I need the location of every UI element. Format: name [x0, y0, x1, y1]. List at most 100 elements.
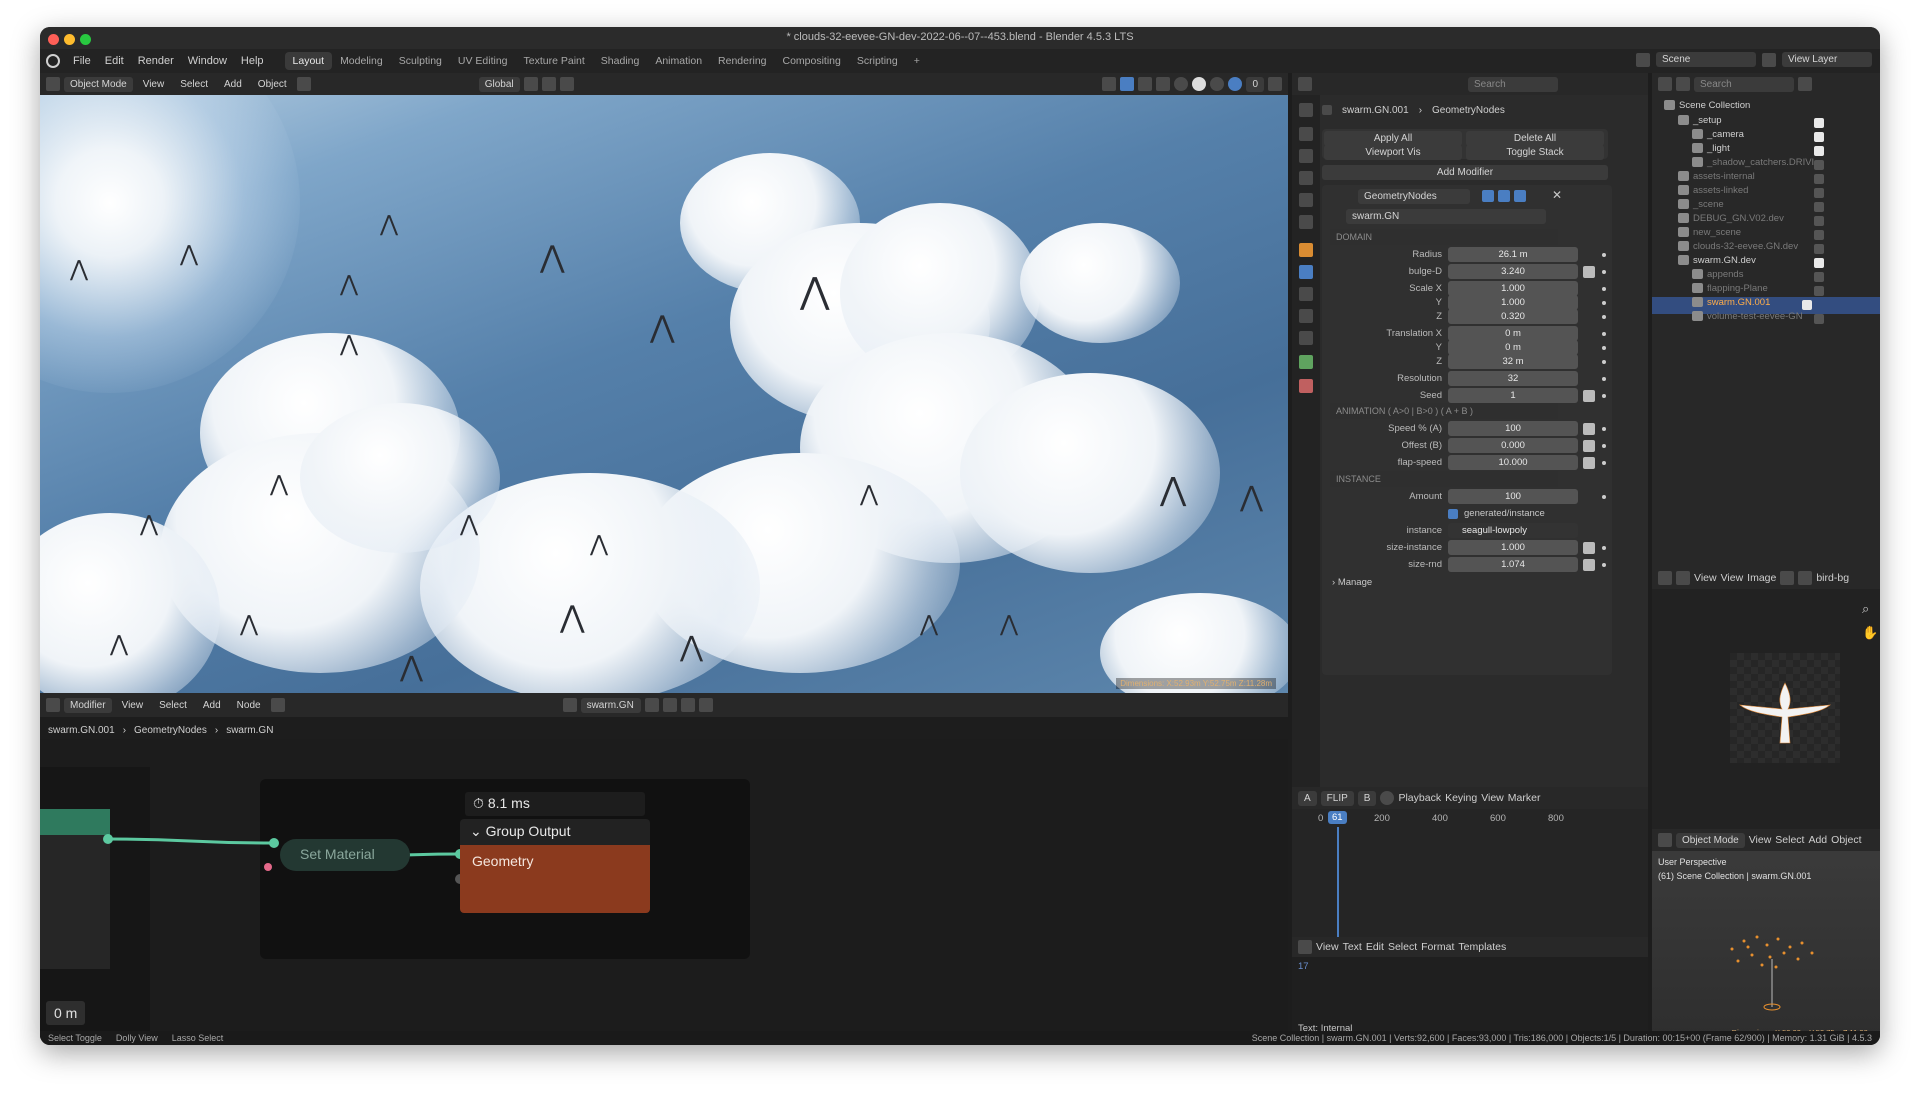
tab-compositing[interactable]: Compositing	[775, 52, 849, 70]
tab-sculpting[interactable]: Sculpting	[391, 52, 450, 70]
exclude-checkbox[interactable]	[1814, 202, 1824, 212]
mini-menu-view[interactable]: View	[1749, 834, 1772, 846]
nodegroup-field[interactable]: swarm.GN	[1346, 209, 1546, 224]
outliner-item[interactable]: volume-test-eevee-GN	[1692, 311, 1864, 328]
shading-solid-icon[interactable]	[1192, 77, 1207, 91]
text-menu-templates[interactable]: Templates	[1458, 941, 1506, 953]
shading-material-icon[interactable]	[1210, 77, 1225, 91]
modifier-name-field[interactable]: GeometryNodes	[1358, 189, 1470, 204]
image-menu-image[interactable]: Image	[1747, 572, 1776, 584]
hamburger-icon[interactable]	[1780, 571, 1795, 585]
mode-selector[interactable]: Object Mode	[64, 76, 133, 92]
render-tab-icon[interactable]	[1299, 127, 1313, 141]
exclude-checkbox[interactable]	[1814, 160, 1824, 170]
node-menu-add[interactable]: Add	[197, 698, 227, 713]
driver-icon[interactable]	[1583, 423, 1595, 435]
image-mode-icon[interactable]	[1676, 571, 1690, 585]
mini-viewport[interactable]: Object Mode View Select Add Object User …	[1652, 829, 1880, 1039]
domain-8-field[interactable]: 32	[1448, 371, 1578, 386]
object-tab-icon[interactable]	[1299, 243, 1313, 257]
scene-icon[interactable]	[1636, 52, 1650, 67]
anim-0-field[interactable]: 100	[1448, 421, 1578, 436]
size-rnd-field[interactable]: 1.074	[1448, 557, 1578, 572]
driver-icon[interactable]	[1583, 457, 1595, 469]
exclude-checkbox[interactable]	[1814, 258, 1824, 268]
group-output-header[interactable]: ⌄ Group Output	[460, 819, 650, 845]
editor-type-icon[interactable]	[46, 698, 60, 712]
tab-scripting[interactable]: Scripting	[849, 52, 906, 70]
material-tab-icon[interactable]	[1299, 379, 1313, 393]
keyframe-dot-icon[interactable]	[1602, 301, 1606, 305]
keyframe-dot-icon[interactable]	[1602, 253, 1606, 257]
bookmark-icon[interactable]	[1268, 77, 1282, 91]
viewport-menu-select[interactable]: Select	[174, 77, 214, 92]
generated-instance-checkbox[interactable]	[1448, 509, 1458, 519]
breadcrumb-object[interactable]: swarm.GN.001	[48, 725, 115, 736]
tab-rendering[interactable]: Rendering	[710, 52, 774, 70]
playhead[interactable]	[1337, 827, 1339, 937]
viewport-menu-view[interactable]: View	[137, 77, 171, 92]
domain-2-field[interactable]: 1.000	[1448, 281, 1578, 296]
transform-orientation[interactable]: Global	[478, 76, 520, 92]
proportional-icon[interactable]	[559, 77, 574, 91]
anim-2-field[interactable]: 10.000	[1448, 455, 1578, 470]
tool-tab-icon[interactable]	[1299, 103, 1313, 117]
text-menu-view[interactable]: View	[1316, 941, 1339, 953]
node-menu-view[interactable]: View	[116, 698, 150, 713]
shading-rendered-icon[interactable]	[1228, 77, 1243, 91]
text-menu-text[interactable]: Text	[1343, 941, 1362, 953]
viewport-3d[interactable]: ⋀ ⋀ ⋀ ⋀ ⋀ ⋀ ⋀ ⋀ ⋀ ⋀ ⋀ ⋀ ⋀ ⋀ ⋀ ⋀ ⋀ ⋀ ⋀ ⋀ …	[40, 73, 1288, 693]
tab-texture-paint[interactable]: Texture Paint	[516, 52, 593, 70]
outliner-search[interactable]: Search	[1694, 76, 1794, 92]
domain-1-field[interactable]: 3.240	[1448, 264, 1578, 279]
exclude-checkbox[interactable]	[1814, 272, 1824, 282]
exclude-checkbox[interactable]	[1814, 286, 1824, 296]
driver-icon[interactable]	[1583, 390, 1595, 402]
overlay-icon[interactable]	[1138, 77, 1153, 91]
properties-search[interactable]: Search	[1468, 76, 1558, 92]
exclude-checkbox[interactable]	[1814, 146, 1824, 156]
modifier-tab-icon[interactable]	[1299, 265, 1313, 279]
unlink-icon[interactable]	[680, 698, 695, 712]
text-menu-edit[interactable]: Edit	[1366, 941, 1384, 953]
view-layer-icon[interactable]	[1762, 52, 1776, 67]
image-menu-view[interactable]: View	[1694, 572, 1717, 584]
view-layer-tab-icon[interactable]	[1299, 171, 1313, 185]
menu-help[interactable]: Help	[234, 55, 271, 67]
timeline-menu-keying[interactable]: Keying	[1445, 792, 1477, 804]
anim-1-field[interactable]: 0.000	[1448, 438, 1578, 453]
instance-section[interactable]: INSTANCE	[1330, 471, 1558, 487]
edit-mode-icon[interactable]	[1482, 190, 1494, 202]
close-modifier-icon[interactable]: ✕	[1552, 188, 1562, 202]
domain-7-field[interactable]: 32 m	[1448, 354, 1578, 369]
keyframe-dot-icon[interactable]	[1602, 444, 1606, 448]
output-tab-icon[interactable]	[1299, 149, 1313, 163]
driver-icon[interactable]	[1583, 266, 1595, 278]
domain-4-field[interactable]: 0.320	[1448, 309, 1578, 324]
current-frame-indicator[interactable]: 61	[1328, 811, 1347, 824]
keyframe-dot-icon[interactable]	[1602, 346, 1606, 350]
add-modifier-button[interactable]: Add Modifier	[1322, 165, 1608, 180]
mini-menu-object[interactable]: Object	[1831, 834, 1861, 846]
image-menu-view-2[interactable]: View	[1721, 572, 1744, 584]
node-editor-type[interactable]: Modifier	[64, 697, 112, 713]
size-instance-field[interactable]: 1.000	[1448, 540, 1578, 555]
delete-all-button[interactable]: Delete All	[1466, 131, 1604, 146]
display-mode-icon[interactable]	[1676, 77, 1690, 91]
hamburger-icon[interactable]	[270, 698, 285, 712]
blender-logo-icon[interactable]	[46, 54, 60, 68]
tab-animation[interactable]: Animation	[647, 52, 710, 70]
driver-icon[interactable]	[1583, 440, 1595, 452]
zoom-icon[interactable]: ⌕	[1862, 601, 1869, 617]
pivot-icon[interactable]	[523, 77, 538, 91]
domain-9-field[interactable]: 1	[1448, 388, 1578, 403]
domain-section[interactable]: DOMAIN	[1330, 229, 1558, 245]
exclude-checkbox[interactable]	[1814, 174, 1824, 184]
particles-tab-icon[interactable]	[1299, 287, 1313, 301]
instance-object-field[interactable]: seagull-lowpoly	[1448, 523, 1578, 538]
text-menu-format[interactable]: Format	[1421, 941, 1454, 953]
animation-section[interactable]: ANIMATION ( A>0 | B>0 ) ( A + B )	[1330, 403, 1558, 419]
domain-3-field[interactable]: 1.000	[1448, 295, 1578, 310]
timeline-b-button[interactable]: B	[1357, 790, 1377, 806]
exclude-checkbox[interactable]	[1814, 216, 1824, 226]
